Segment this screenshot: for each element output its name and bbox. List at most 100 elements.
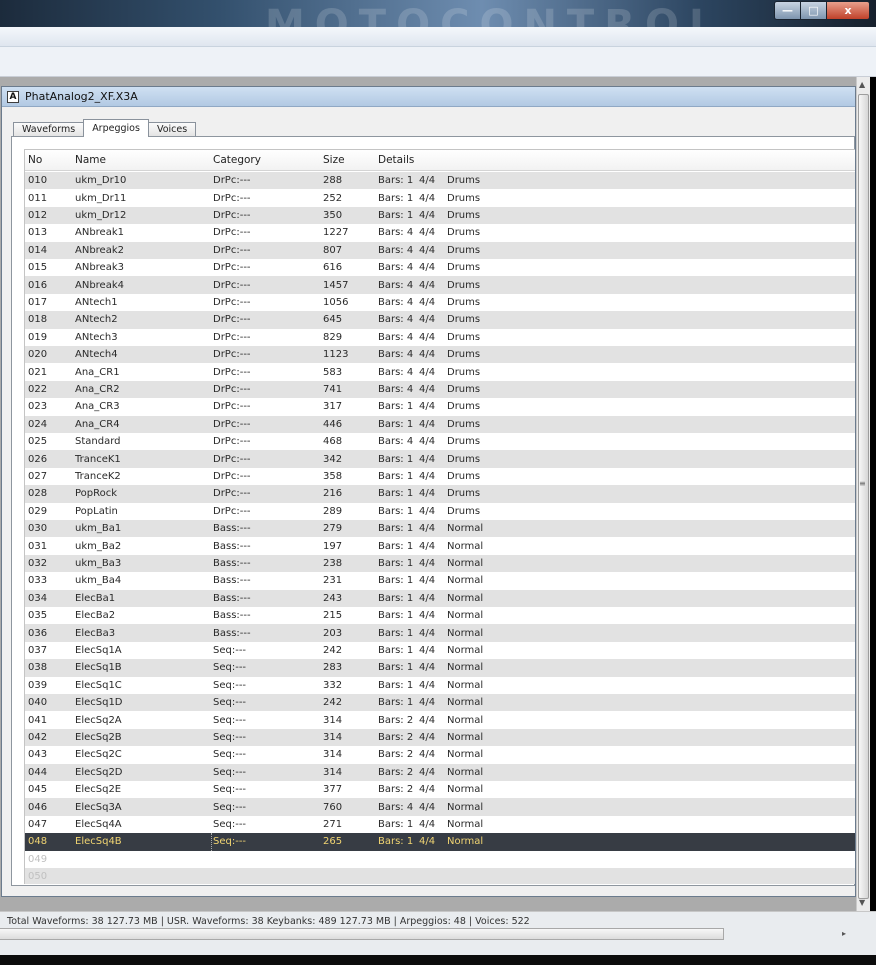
arpeggio-list[interactable]: No Name Category Size Details 010 ukm_Dr1…	[24, 149, 855, 884]
table-row[interactable]: 022 Ana_CR2 DrPc:--- 741 Bars: 4 4/4 Drums	[25, 380, 855, 399]
cell-no: 016	[28, 279, 48, 291]
table-row[interactable]: 050	[25, 868, 855, 884]
table-row[interactable]: 023 Ana_CR3 DrPc:--- 317 Bars: 1 4/4 Drums	[25, 398, 855, 416]
cell-category: DrPc:---	[213, 244, 251, 256]
cell-time-signature: 4/4	[419, 801, 436, 813]
document-title-bar[interactable]: A PhatAnalog2_XF.X3A	[2, 87, 855, 107]
table-row[interactable]: 013 ANbreak1 DrPc:--- 1227 Bars: 4 4/4 Drums	[25, 224, 855, 242]
table-row[interactable]: 025 Standard DrPc:--- 468 Bars: 4 4/4 Drums	[25, 433, 855, 451]
column-header-details[interactable]: Details	[378, 150, 414, 170]
table-row[interactable]: 039 ElecSq1C Seq:--- 332 Bars: 1 4/4 Normal	[25, 676, 855, 694]
cell-time-signature: 4/4	[419, 679, 436, 691]
table-row[interactable]: 029 PopLatin DrPc:--- 289 Bars: 1 4/4 Drums	[25, 502, 855, 520]
table-row[interactable]: 024 Ana_CR4 DrPc:--- 446 Bars: 1 4/4 Drums	[25, 415, 855, 433]
cell-time-signature: 4/4	[419, 470, 436, 482]
cell-name: ElecSq1B	[75, 662, 122, 674]
table-row[interactable]: 044 ElecSq2D Seq:--- 314 Bars: 2 4/4 Normal	[25, 763, 855, 781]
table-row[interactable]: 049	[25, 850, 855, 868]
document-window: A PhatAnalog2_XF.X3A Waveforms Arpeggios…	[1, 86, 856, 897]
table-row[interactable]: 031 ukm_Ba2 Bass:--- 197 Bars: 1 4/4 Normal	[25, 537, 855, 555]
table-row[interactable]: 030 ukm_Ba1 Bass:--- 279 Bars: 1 4/4 Normal	[25, 520, 855, 538]
table-row[interactable]: 032 ukm_Ba3 Bass:--- 238 Bars: 1 4/4 Normal	[25, 554, 855, 573]
table-row[interactable]: 017 ANtech1 DrPc:--- 1056 Bars: 4 4/4 Drums	[25, 293, 855, 312]
cell-size: 197	[323, 540, 343, 552]
table-row[interactable]: 034 ElecBa1 Bass:--- 243 Bars: 1 4/4 Normal	[25, 589, 855, 607]
cell-size: 829	[323, 331, 343, 343]
table-row[interactable]: 046 ElecSq3A Seq:--- 760 Bars: 4 4/4 Normal	[25, 798, 855, 816]
maximize-button[interactable]: □	[800, 1, 826, 20]
cell-size: 265	[323, 836, 343, 848]
cell-category: DrPc:---	[213, 470, 251, 482]
table-row[interactable]: 027 TranceK2 DrPc:--- 358 Bars: 1 4/4 Drums	[25, 467, 855, 486]
table-row[interactable]: 033 ukm_Ba4 Bass:--- 231 Bars: 1 4/4 Normal	[25, 572, 855, 590]
table-row[interactable]: 021 Ana_CR1 DrPc:--- 583 Bars: 4 4/4 Drums	[25, 363, 855, 381]
cell-category: Seq:---	[213, 679, 247, 691]
table-row[interactable]: 028 PopRock DrPc:--- 216 Bars: 1 4/4 Drums	[25, 485, 855, 503]
cell-no: 027	[28, 470, 48, 482]
minimize-button[interactable]: —	[774, 1, 800, 20]
tab-voices[interactable]: Voices	[147, 122, 197, 137]
scroll-down-arrow-icon[interactable]: ▼	[859, 899, 865, 907]
table-row[interactable]: 042 ElecSq2B Seq:--- 314 Bars: 2 4/4 Normal	[25, 728, 855, 747]
cell-type: Drums	[447, 488, 481, 500]
table-row[interactable]: 014 ANbreak2 DrPc:--- 807 Bars: 4 4/4 Drums	[25, 241, 855, 259]
cell-name: Ana_CR3	[75, 401, 120, 413]
scroll-up-arrow-icon[interactable]: ▲	[859, 81, 865, 89]
window-edge	[870, 77, 876, 911]
table-row[interactable]: 011 ukm_Dr11 DrPc:--- 252 Bars: 1 4/4 Drums	[25, 189, 855, 207]
tab-panel: No Name Category Size Details 010 ukm_Dr1…	[11, 136, 855, 886]
column-header-no[interactable]: No	[28, 150, 42, 170]
tab-waveforms[interactable]: Waveforms	[13, 122, 85, 137]
tab-arpeggios[interactable]: Arpeggios	[83, 119, 149, 137]
cell-no: 019	[28, 331, 48, 343]
table-row[interactable]: 043 ElecSq2C Seq:--- 314 Bars: 2 4/4 Normal	[25, 746, 855, 764]
scroll-right-arrow-icon[interactable]: ▸	[842, 929, 846, 939]
table-row[interactable]: 036 ElecBa3 Bass:--- 203 Bars: 1 4/4 Normal	[25, 624, 855, 642]
table-row[interactable]: 012 ukm_Dr12 DrPc:--- 350 Bars: 1 4/4 Drums	[25, 206, 855, 225]
table-row[interactable]: 020 ANtech4 DrPc:--- 1123 Bars: 4 4/4 Drums	[25, 346, 855, 364]
table-row[interactable]: 040 ElecSq1D Seq:--- 242 Bars: 1 4/4 Normal	[25, 694, 855, 712]
cell-bars: Bars: 2	[378, 731, 414, 743]
column-header-size[interactable]: Size	[323, 150, 345, 170]
cell-no: 032	[28, 557, 48, 569]
table-row[interactable]: 010 ukm_Dr10 DrPc:--- 288 Bars: 1 4/4 Drums	[25, 172, 855, 190]
cell-bars: Bars: 1	[378, 505, 414, 517]
cell-bars: Bars: 4	[378, 279, 414, 291]
cell-no: 050	[28, 871, 48, 883]
table-row[interactable]: 038 ElecSq1B Seq:--- 283 Bars: 1 4/4 Normal	[25, 659, 855, 677]
column-header-category[interactable]: Category	[213, 150, 261, 170]
cell-size: 342	[323, 453, 343, 465]
column-header-name[interactable]: Name	[75, 150, 106, 170]
cell-size: 468	[323, 436, 343, 448]
cell-type: Drums	[447, 436, 481, 448]
table-row[interactable]: 015 ANbreak3 DrPc:--- 616 Bars: 4 4/4 Drums	[25, 259, 855, 277]
vertical-scrollbar[interactable]: ▲ ≡ ▼	[856, 77, 870, 911]
table-row[interactable]: 026 TranceK1 DrPc:--- 342 Bars: 1 4/4 Drums	[25, 450, 855, 468]
cell-bars: Bars: 1	[378, 836, 414, 848]
table-row[interactable]: 016 ANbreak4 DrPc:--- 1457 Bars: 4 4/4 Drums	[25, 276, 855, 294]
cell-bars: Bars: 1	[378, 679, 414, 691]
cell-bars: Bars: 1	[378, 627, 414, 639]
table-row[interactable]: 041 ElecSq2A Seq:--- 314 Bars: 2 4/4 Normal	[25, 711, 855, 729]
table-row[interactable]: 018 ANtech2 DrPc:--- 645 Bars: 4 4/4 Drums	[25, 311, 855, 329]
table-row[interactable]: 035 ElecBa2 Bass:--- 215 Bars: 1 4/4 Normal	[25, 607, 855, 625]
cell-size: 289	[323, 505, 343, 517]
horizontal-scrollbar[interactable]	[0, 928, 724, 940]
cell-time-signature: 4/4	[419, 227, 436, 239]
close-button[interactable]: x	[826, 1, 870, 20]
cell-size: 203	[323, 627, 343, 639]
cell-time-signature: 4/4	[419, 505, 436, 517]
table-row[interactable]: 047 ElecSq4A Seq:--- 271 Bars: 1 4/4 Normal	[25, 815, 855, 834]
table-row[interactable]: 037 ElecSq1A Seq:--- 242 Bars: 1 4/4 Normal	[25, 641, 855, 660]
cell-name: ElecBa3	[75, 627, 116, 639]
cell-category: DrPc:---	[213, 366, 251, 378]
cell-bars: Bars: 1	[378, 488, 414, 500]
cell-no: 010	[28, 175, 48, 187]
table-row-selected[interactable]: 048 ElecSq4B Seq:--- 265 Bars: 1 4/4 Normal	[25, 833, 855, 851]
cell-size: 760	[323, 801, 343, 813]
cell-category: DrPc:---	[213, 314, 251, 326]
cell-name: ANtech3	[75, 331, 118, 343]
vertical-scroll-thumb[interactable]	[858, 94, 869, 899]
table-row[interactable]: 019 ANtech3 DrPc:--- 829 Bars: 4 4/4 Drums	[25, 328, 855, 346]
table-row[interactable]: 045 ElecSq2E Seq:--- 377 Bars: 2 4/4 Normal	[25, 781, 855, 799]
